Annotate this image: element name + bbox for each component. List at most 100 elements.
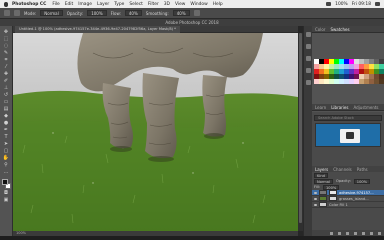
tab-color[interactable]: Color [315,27,325,32]
hand-tool-icon[interactable]: ✋ [3,156,10,161]
layer-opacity-field[interactable]: 100% [353,178,371,184]
brush-tool-icon[interactable]: ✐ [3,79,10,84]
color-swatches-tabs: Color Swatches [312,26,384,33]
paragraph-panel-icon[interactable] [305,68,311,73]
menu-filter[interactable]: Filter [148,2,159,7]
blend-mode-select[interactable]: Normal [314,178,334,184]
document-canvas[interactable] [13,33,298,231]
mode-label: Mode: [24,10,37,16]
healing-tool-icon[interactable]: ✚ [3,72,10,77]
layer-mask-thumbnail[interactable] [329,190,337,195]
blur-tool-icon[interactable]: ◆ [3,114,10,119]
dodge-tool-icon[interactable]: ● [3,121,10,126]
tab-swatches[interactable]: Swatches [330,27,349,32]
quick-mask-icon[interactable]: ◘ [3,191,10,196]
layer-thumbnail [319,202,327,207]
flow-field[interactable]: 40% [124,10,142,16]
layer-mask-thumbnail[interactable] [329,196,337,201]
search-icon[interactable] [375,2,380,6]
path-select-tool-icon[interactable]: ➤ [3,142,10,147]
quick-select-tool-icon[interactable]: ✎ [3,51,10,56]
panel-icon-strip [303,26,312,236]
document-tab[interactable]: Untitled-1 @ 100% (adhesive-974157e-344e… [15,26,180,33]
delete-layer-icon[interactable] [378,231,381,235]
layer-row[interactable]: Color Fill 1 [312,202,384,208]
clone-stamp-tool-icon[interactable]: ⊥ [3,86,10,91]
menu-type[interactable]: Type [114,2,124,7]
history-brush-tool-icon[interactable]: ↺ [3,93,10,98]
menu-view[interactable]: View [175,2,185,7]
zoom-level[interactable]: 100% [16,231,26,235]
menu-select[interactable]: Select [129,2,143,7]
opacity-field[interactable]: 100% [87,10,107,16]
visibility-eye-icon[interactable] [314,191,317,194]
more-tools-icon[interactable]: … [3,170,10,175]
link-layers-icon[interactable] [330,231,333,235]
menu-layer[interactable]: Layer [97,2,109,7]
gradient-tool-icon[interactable]: ▤ [3,107,10,112]
layer-fill-field[interactable]: 100% [323,184,340,190]
character-panel-icon[interactable] [305,56,311,61]
crop-tool-icon[interactable]: ⌗ [3,58,10,63]
new-group-icon[interactable] [362,231,365,235]
marquee-tool-icon[interactable]: ⬚ [3,37,10,42]
right-panels: Color Swatches Learn Libraries Adjustmen… [312,26,384,236]
color-swatch[interactable] [378,78,384,84]
history-panel-icon[interactable] [305,32,311,37]
properties-panel-icon[interactable] [305,44,311,49]
mode-select[interactable]: Normal [40,10,63,16]
type-tool-icon[interactable]: T [3,135,10,140]
clock[interactable]: Fri 09:18 [352,2,371,7]
lasso-tool-icon[interactable]: ◌ [3,44,10,49]
layer-fill-label: Fill: [314,185,321,189]
settings-icon[interactable] [193,10,200,16]
window-title: Adobe Photoshop CC 2018 [0,19,384,26]
foreground-color-swatch[interactable] [1,179,8,185]
tools-panel: ✥ ⬚ ◌ ✎ ⌗ ⁄ ✚ ✐ ⊥ ↺ ▭ ▤ ◆ ● ✒ T ➤ ▢ ✋ ⚲ … [0,26,13,236]
tab-layers[interactable]: Layers [315,167,328,172]
tab-libraries[interactable]: Libraries [331,105,348,110]
adjustment-layer-icon[interactable] [354,231,357,235]
brush-panel-icon[interactable] [305,80,311,85]
libraries-search-input[interactable]: Search Adobe Stock [314,115,382,121]
scrollbar-thumb[interactable] [299,33,302,223]
brush-preset-icon[interactable] [14,10,20,16]
eyedropper-tool-icon[interactable]: ⁄ [3,65,10,70]
menu-image[interactable]: Image [78,2,92,7]
pen-tool-icon[interactable]: ✒ [3,128,10,133]
add-style-icon[interactable] [338,231,341,235]
zoom-tool-icon[interactable]: ⚲ [3,163,10,168]
menu-help[interactable]: Help [213,2,223,7]
menu-3d[interactable]: 3D [164,2,170,7]
tab-channels[interactable]: Channels [333,167,352,172]
menu-status-area: 100% Fri 09:18 [326,2,384,7]
screen-mode-icon[interactable]: ▣ [3,198,10,203]
menu-edit[interactable]: Edit [65,2,74,7]
menu-app-name[interactable]: Photoshop CC [12,2,46,7]
add-mask-icon[interactable] [346,231,349,235]
visibility-eye-icon[interactable] [314,203,317,206]
move-tool-icon[interactable]: ✥ [3,30,10,35]
layer-opacity-label: Opacity: [336,179,351,183]
brush-tool-icon[interactable] [4,10,10,16]
dock [0,236,384,240]
layer-kind-filter[interactable]: Kind [314,172,328,178]
tab-learn[interactable]: Learn [315,105,326,110]
smoothing-field[interactable]: 40% [172,10,190,16]
shape-tool-icon[interactable]: ▢ [3,149,10,154]
library-asset-thumbnail[interactable] [315,123,381,147]
wifi-icon[interactable] [326,2,332,6]
apple-icon[interactable] [4,1,8,7]
new-layer-icon[interactable] [370,231,373,235]
layer-name: grasses_island... [339,196,369,201]
color-swatches[interactable] [1,179,11,189]
menu-file[interactable]: File [52,2,59,7]
eraser-tool-icon[interactable]: ▭ [3,100,10,105]
layer-name: adhesive-974157... [339,190,374,195]
menu-window[interactable]: Window [190,2,207,7]
tab-adjustments[interactable]: Adjustments [353,105,378,110]
layer-thumbnail [319,190,327,195]
libraries-tabs: Learn Libraries Adjustments [312,104,384,111]
tab-paths[interactable]: Paths [357,167,368,172]
visibility-eye-icon[interactable] [314,197,317,200]
